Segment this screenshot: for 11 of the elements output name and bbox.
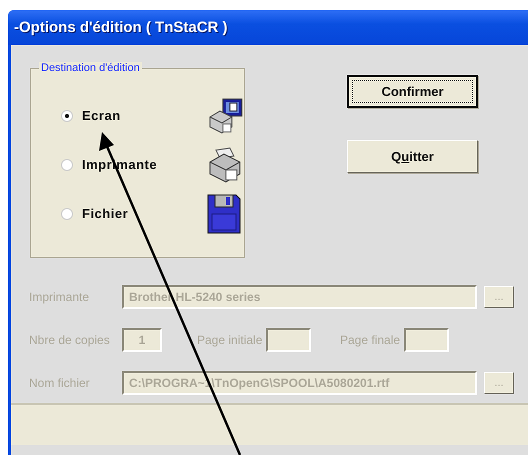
quit-button[interactable]: Quitter: [347, 140, 478, 173]
radio-option[interactable]: Ecran: [61, 108, 206, 123]
field-label: Page initiale: [197, 333, 264, 347]
window-title: -Options d'édition ( TnStaCR ): [14, 19, 228, 36]
confirm-button[interactable]: Confirmer: [347, 75, 478, 108]
field-label: Nom fichier: [29, 376, 91, 390]
radio-option[interactable]: Fichier: [61, 206, 207, 221]
field-label: Nbre de copies: [29, 333, 111, 347]
group-legend: Destination d'édition: [39, 62, 142, 74]
field-label: Imprimante: [29, 290, 90, 304]
field-label: Page finale: [340, 333, 402, 347]
